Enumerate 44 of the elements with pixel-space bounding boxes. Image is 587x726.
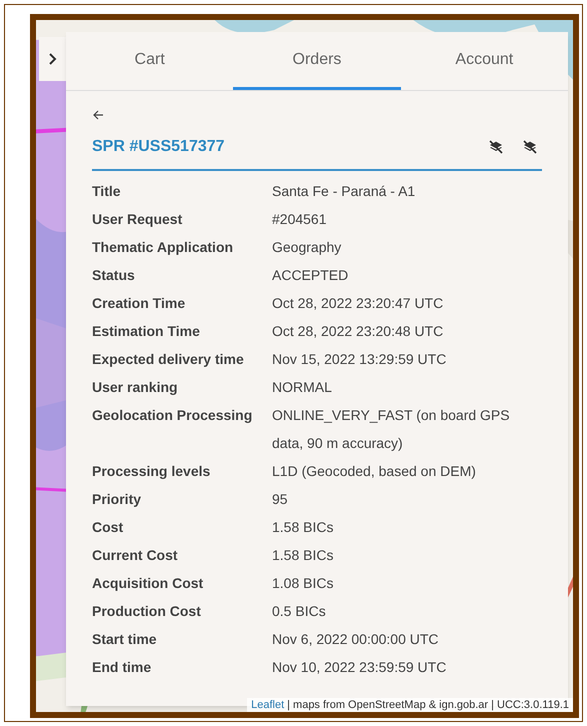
detail-label: Current Cost bbox=[92, 546, 179, 565]
detail-label: Thematic Application bbox=[92, 238, 234, 257]
detail-value: #204561 bbox=[272, 210, 328, 229]
detail-value: ONLINE_VERY_FAST (on board GPS data, 90 m accuracy) bbox=[272, 406, 511, 453]
detail-label: Production Cost bbox=[92, 602, 202, 621]
detail-label: End time bbox=[92, 658, 152, 677]
detail-value: Oct 28, 2022 23:20:48 UTC bbox=[272, 322, 444, 341]
tab[interactable]: Cart bbox=[66, 32, 234, 90]
detail-label: Cost bbox=[92, 518, 124, 537]
detail-label: User ranking bbox=[92, 378, 179, 397]
detail-label: Estimation Time bbox=[92, 322, 201, 341]
detail-label: User Request bbox=[92, 210, 184, 229]
back-arrow-icon[interactable] bbox=[92, 109, 104, 121]
detail-value: Nov 10, 2022 23:59:59 UTC bbox=[272, 658, 448, 677]
detail-value: Santa Fe - Paraná - A1 bbox=[272, 182, 416, 201]
map-attribution: | maps from OpenStreetMap & ign.gob.ar | UCC:3.0.119.1 bbox=[287, 698, 569, 712]
detail-value: Nov 15, 2022 13:29:59 UTC bbox=[272, 350, 448, 369]
detail-label: Expected delivery time bbox=[92, 350, 245, 369]
detail-value: L1D (Geocoded, based on DEM) bbox=[272, 462, 477, 481]
order-title: SPR #USS517377 bbox=[92, 137, 225, 157]
detail-label: Status bbox=[92, 266, 136, 285]
tab[interactable]: Orders bbox=[233, 32, 401, 90]
detail-label: Creation Time bbox=[92, 294, 186, 313]
detail-label: Processing levels bbox=[92, 462, 212, 481]
detail-value: 0.5 BICs bbox=[272, 602, 327, 621]
chevron-right-icon[interactable] bbox=[47, 52, 59, 66]
detail-label: Acquisition Cost bbox=[92, 574, 204, 593]
detail-label: Geolocation Processing bbox=[92, 406, 254, 425]
detail-value: 1.08 BICs bbox=[272, 574, 334, 593]
detail-value: Geography bbox=[272, 238, 342, 257]
detail-value: 95 bbox=[272, 490, 289, 509]
detail-value: Oct 28, 2022 23:20:47 UTC bbox=[272, 294, 444, 313]
layers-off-icon[interactable] bbox=[488, 139, 504, 155]
detail-label: Priority bbox=[92, 490, 142, 509]
attribution-link[interactable]: Leaflet bbox=[251, 698, 284, 712]
detail-value: ACCEPTED bbox=[272, 266, 350, 285]
tab[interactable]: Account bbox=[400, 32, 568, 90]
detail-label: Title bbox=[92, 182, 122, 201]
detail-value: 1.58 BICs bbox=[272, 518, 334, 537]
detail-value: Nov 6, 2022 00:00:00 UTC bbox=[272, 630, 440, 649]
detail-label: Start time bbox=[92, 630, 158, 649]
detail-value: 1.58 BICs bbox=[272, 546, 334, 565]
layers-off-icon[interactable] bbox=[522, 139, 538, 155]
detail-value: NORMAL bbox=[272, 378, 333, 397]
